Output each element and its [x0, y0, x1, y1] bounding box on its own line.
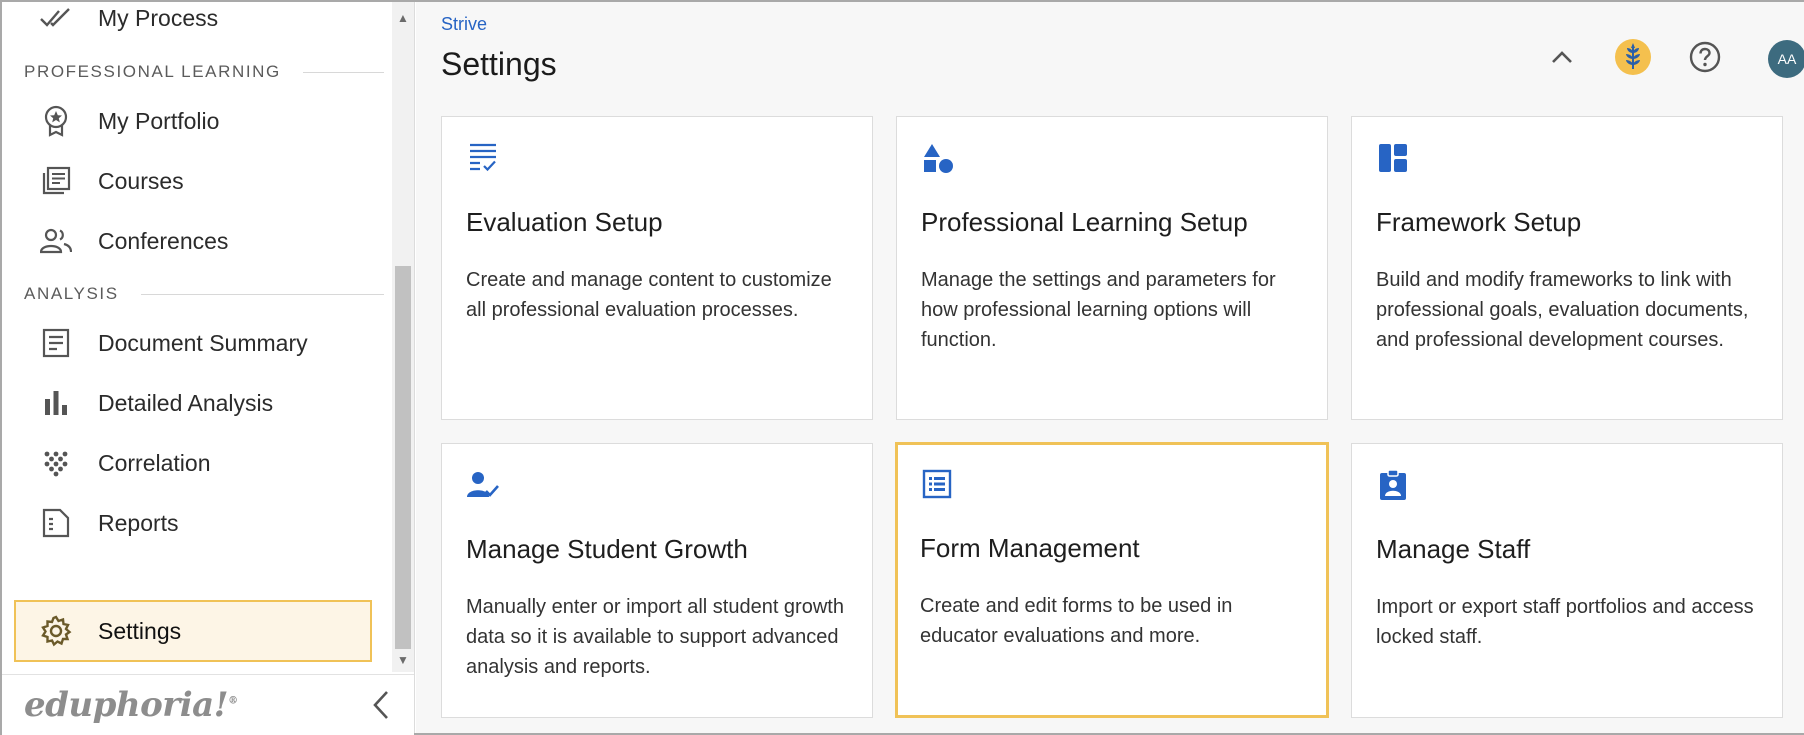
badge-clipboard-icon — [1374, 466, 1412, 504]
scrollbar-thumb[interactable] — [395, 266, 411, 649]
divider — [140, 293, 384, 295]
section-header-analysis: ANALYSIS — [24, 283, 384, 305]
card-title: Manage Staff — [1376, 534, 1531, 564]
card-form-management[interactable]: Form Management Create and edit forms to… — [895, 442, 1329, 718]
scroll-up-icon[interactable]: ▲ — [392, 6, 414, 30]
sidebar-item-label: Correlation — [98, 449, 211, 476]
dashboard-icon — [1374, 139, 1412, 177]
breadcrumb-strive[interactable]: Strive — [441, 14, 487, 35]
sidebar-item-label: Document Summary — [98, 329, 308, 356]
people-icon — [38, 223, 74, 259]
report-file-icon — [38, 505, 74, 541]
double-check-icon — [38, 2, 74, 36]
section-header-professional-learning: PROFESSIONAL LEARNING — [24, 61, 384, 83]
sidebar-item-label: Reports — [98, 509, 179, 536]
person-check-icon — [464, 466, 502, 504]
card-manage-student-growth[interactable]: Manage Student Growth Manually enter or … — [441, 443, 873, 718]
card-evaluation-setup[interactable]: Evaluation Setup Create and manage conte… — [441, 116, 873, 420]
sidebar-item-settings[interactable]: Settings — [14, 600, 372, 662]
scroll-down-icon[interactable]: ▼ — [392, 648, 414, 672]
main-content: Strive Settings AA Evaluation Setup Crea… — [416, 2, 1804, 733]
sidebar-item-label: Courses — [98, 167, 184, 194]
card-title: Manage Student Growth — [466, 534, 748, 564]
sidebar-scrollbar[interactable]: ▲ ▼ — [392, 2, 414, 672]
sidebar-item-label: Settings — [98, 617, 182, 644]
card-description: Import or export staff portfolios and ac… — [1376, 596, 1754, 648]
document-icon — [38, 325, 74, 361]
collapse-sidebar-button[interactable] — [366, 689, 396, 725]
help-circle-icon — [1689, 41, 1721, 78]
card-framework-setup[interactable]: Framework Setup Build and modify framewo… — [1351, 116, 1783, 420]
eduphoria-logo: eduphoria!® — [24, 685, 238, 725]
card-description: Manage the settings and parameters for h… — [921, 269, 1276, 351]
shapes-icon — [919, 139, 957, 177]
sidebar-nav: My Process PROFESSIONAL LEARNING My Port… — [2, 2, 392, 672]
help-button[interactable] — [1686, 40, 1724, 78]
gear-icon — [38, 613, 74, 649]
sidebar-item-label: My Portfolio — [98, 107, 220, 134]
card-description: Manually enter or import all student gro… — [466, 596, 844, 678]
divider — [302, 71, 384, 73]
app-window: My Process PROFESSIONAL LEARNING My Port… — [0, 0, 1804, 735]
sidebar-item-my-process[interactable]: My Process — [2, 2, 392, 46]
card-title: Professional Learning Setup — [921, 207, 1248, 237]
badge-star-icon — [38, 103, 74, 139]
sidebar-item-reports[interactable]: Reports — [2, 495, 392, 551]
sidebar-item-courses[interactable]: Courses — [2, 153, 392, 209]
checklist-icon — [464, 139, 502, 177]
card-title: Evaluation Setup — [466, 207, 663, 237]
card-title: Framework Setup — [1376, 207, 1582, 237]
sidebar-item-document-summary[interactable]: Document Summary — [2, 315, 392, 371]
sidebar-item-my-portfolio[interactable]: My Portfolio — [2, 93, 392, 149]
scatter-dots-icon — [38, 445, 74, 481]
sidebar-item-detailed-analysis[interactable]: Detailed Analysis — [2, 375, 392, 431]
chevron-left-icon — [372, 690, 390, 725]
sidebar-item-label: Conferences — [98, 227, 229, 254]
wheat-icon — [1614, 38, 1652, 81]
bar-chart-icon — [38, 385, 74, 421]
sidebar-item-label: Detailed Analysis — [98, 389, 274, 416]
list-form-icon — [918, 465, 956, 503]
card-description: Create and manage content to customize a… — [466, 269, 832, 321]
sidebar: My Process PROFESSIONAL LEARNING My Port… — [2, 2, 415, 735]
page-title: Settings — [441, 46, 557, 82]
card-professional-learning-setup[interactable]: Professional Learning Setup Manage the s… — [896, 116, 1328, 420]
sidebar-item-correlation[interactable]: Correlation — [2, 435, 392, 491]
sidebar-footer: eduphoria!® — [2, 674, 414, 735]
sidebar-item-conferences[interactable]: Conferences — [2, 213, 392, 269]
card-description: Build and modify frameworks to link with… — [1376, 269, 1749, 351]
card-title: Form Management — [920, 533, 1140, 563]
sidebar-item-label: My Process — [98, 4, 219, 31]
wheat-logo-button[interactable] — [1614, 38, 1652, 81]
card-description: Create and edit forms to be used in educ… — [920, 595, 1233, 647]
chevron-up-icon — [1551, 50, 1573, 69]
collapse-header-button[interactable] — [1543, 40, 1581, 78]
card-manage-staff[interactable]: Manage Staff Import or export staff port… — [1351, 443, 1783, 718]
library-books-icon — [38, 163, 74, 199]
user-avatar[interactable]: AA — [1768, 40, 1804, 78]
